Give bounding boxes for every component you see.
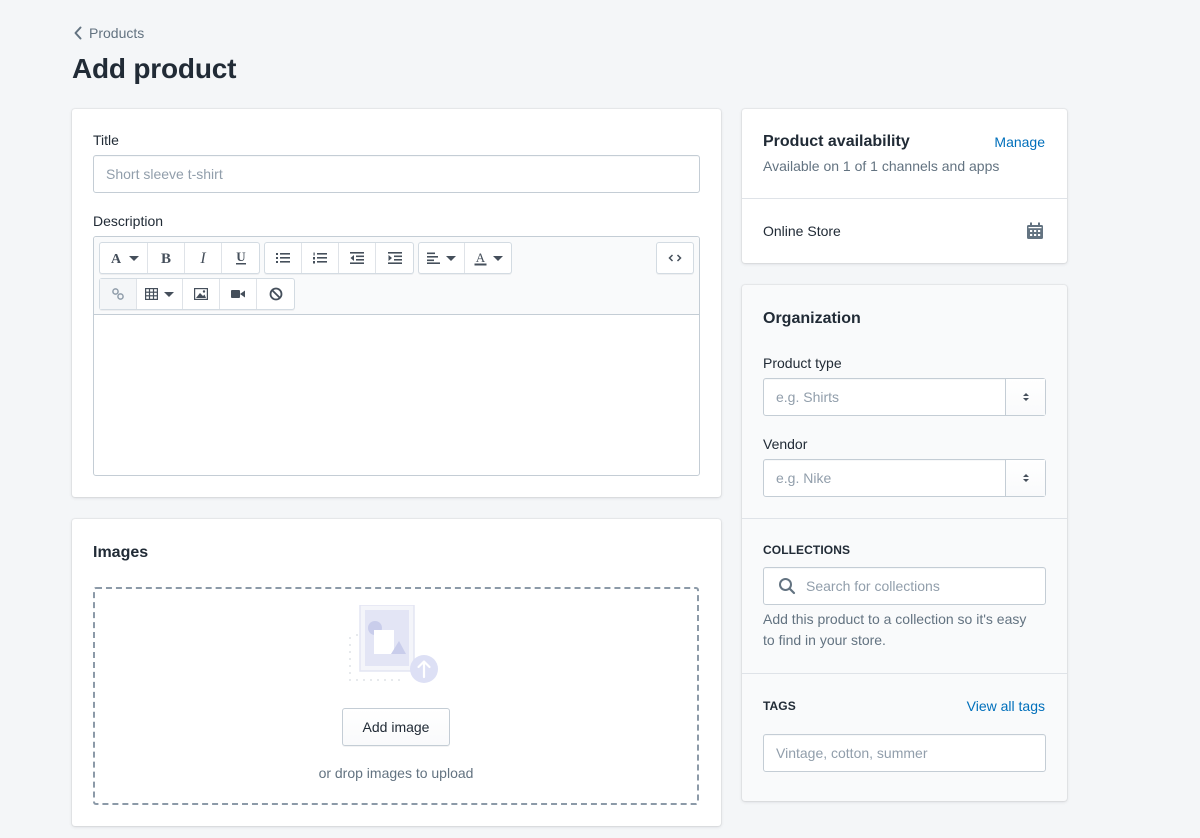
indent-icon	[387, 252, 402, 264]
breadcrumb-back-products[interactable]: Products	[73, 25, 144, 41]
vendor-label: Vendor	[763, 436, 808, 452]
calendar-icon[interactable]	[1026, 222, 1044, 240]
table-button[interactable]	[137, 279, 183, 309]
bold-icon: B	[161, 251, 171, 265]
title-field-wrapper	[93, 155, 700, 193]
insert-image-icon	[194, 288, 208, 300]
indent-button[interactable]	[376, 243, 413, 273]
page-title: Add product	[72, 53, 237, 84]
view-all-tags-link[interactable]: View all tags	[967, 698, 1045, 714]
availability-heading: Product availability	[763, 133, 910, 150]
svg-text:B: B	[161, 251, 171, 265]
chevron-down-icon	[128, 255, 139, 261]
divider	[742, 673, 1067, 674]
vendor-input[interactable]: e.g. Nike	[764, 460, 1005, 496]
text-color-button[interactable]: A	[465, 243, 511, 273]
bulleted-list-icon	[276, 253, 290, 263]
search-icon	[779, 578, 796, 595]
outdent-button[interactable]	[339, 243, 376, 273]
add-image-button[interactable]: Add image	[342, 708, 450, 746]
divider	[742, 518, 1067, 519]
text-color-icon: A	[474, 251, 486, 265]
collections-help-text: Add this product to a collection so it's…	[763, 611, 1027, 648]
code-view-button[interactable]	[657, 243, 693, 273]
code-view-group	[656, 242, 694, 274]
editor-toolbar: A B I U A	[94, 237, 699, 315]
svg-text:U: U	[236, 250, 246, 264]
text-style-icon: A	[110, 252, 121, 265]
product-availability-card: Product availability Manage Available on…	[742, 109, 1067, 263]
svg-text:A: A	[110, 252, 121, 265]
product-details-card: Title Description A B I U	[72, 109, 721, 497]
collections-search-input[interactable]	[806, 578, 1033, 594]
collections-search-wrapper	[763, 567, 1046, 605]
text-style-button[interactable]: A	[100, 243, 148, 273]
product-type-label: Product type	[763, 355, 842, 371]
align-left-icon	[427, 252, 440, 264]
alignment-color-group: A	[418, 242, 512, 274]
images-heading: Images	[93, 544, 149, 561]
tags-input[interactable]	[776, 745, 1033, 761]
dropzone-hint: or drop images to upload	[318, 765, 474, 781]
align-button[interactable]	[419, 243, 465, 273]
breadcrumb-label: Products	[89, 25, 145, 41]
clear-formatting-button[interactable]	[257, 279, 294, 309]
description-textarea[interactable]	[94, 315, 699, 475]
bold-button[interactable]: B	[148, 243, 185, 273]
product-type-input[interactable]: e.g. Shirts	[764, 379, 1005, 415]
outdent-icon	[350, 252, 364, 264]
manage-link[interactable]: Manage	[994, 134, 1045, 150]
title-label: Title	[93, 132, 119, 148]
svg-text:I: I	[199, 251, 206, 265]
tags-field-wrapper	[763, 734, 1046, 772]
tags-heading: TAGS	[763, 699, 796, 713]
chevron-down-icon	[164, 291, 174, 297]
select-arrows-icon	[1022, 393, 1029, 401]
numbered-list-icon	[313, 252, 327, 264]
vendor-combobox[interactable]: e.g. Nike	[763, 459, 1046, 497]
image-upload-illustration-icon	[349, 605, 438, 683]
vendor-dropdown-button[interactable]	[1005, 460, 1045, 496]
insert-image-button[interactable]	[183, 279, 220, 309]
title-input[interactable]	[106, 166, 687, 182]
organization-card: Organization Product type e.g. Shirts Ve…	[742, 285, 1067, 801]
link-icon	[112, 288, 124, 300]
svg-text:A: A	[475, 251, 485, 265]
list-group	[264, 242, 414, 274]
divider	[742, 198, 1067, 199]
link-button[interactable]	[100, 279, 137, 309]
availability-summary: Available on 1 of 1 channels and apps	[763, 158, 1000, 174]
chevron-down-icon	[446, 255, 456, 261]
channel-online-store: Online Store	[763, 223, 841, 239]
insert-video-button[interactable]	[220, 279, 257, 309]
text-format-group: A B I U	[99, 242, 260, 274]
insert-group	[99, 278, 295, 310]
bulleted-list-button[interactable]	[265, 243, 302, 273]
italic-icon: I	[199, 251, 206, 265]
insert-video-icon	[231, 290, 245, 298]
code-view-icon	[668, 254, 682, 262]
italic-button[interactable]: I	[185, 243, 222, 273]
description-editor: A B I U A	[93, 236, 700, 476]
description-label: Description	[93, 213, 164, 229]
chevron-left-icon	[74, 26, 82, 40]
select-arrows-icon	[1022, 474, 1029, 482]
underline-icon: U	[235, 250, 246, 265]
collections-heading: COLLECTIONS	[763, 543, 851, 557]
product-type-dropdown-button[interactable]	[1005, 379, 1045, 415]
product-type-combobox[interactable]: e.g. Shirts	[763, 378, 1046, 416]
underline-button[interactable]: U	[222, 243, 259, 273]
table-icon	[145, 288, 158, 300]
images-card: Images Add image or drop images to uploa…	[72, 519, 721, 826]
chevron-down-icon	[492, 255, 503, 261]
image-dropzone[interactable]: Add image or drop images to upload	[93, 587, 699, 805]
organization-heading: Organization	[763, 310, 861, 327]
numbered-list-button[interactable]	[302, 243, 339, 273]
clear-formatting-icon	[269, 287, 282, 301]
